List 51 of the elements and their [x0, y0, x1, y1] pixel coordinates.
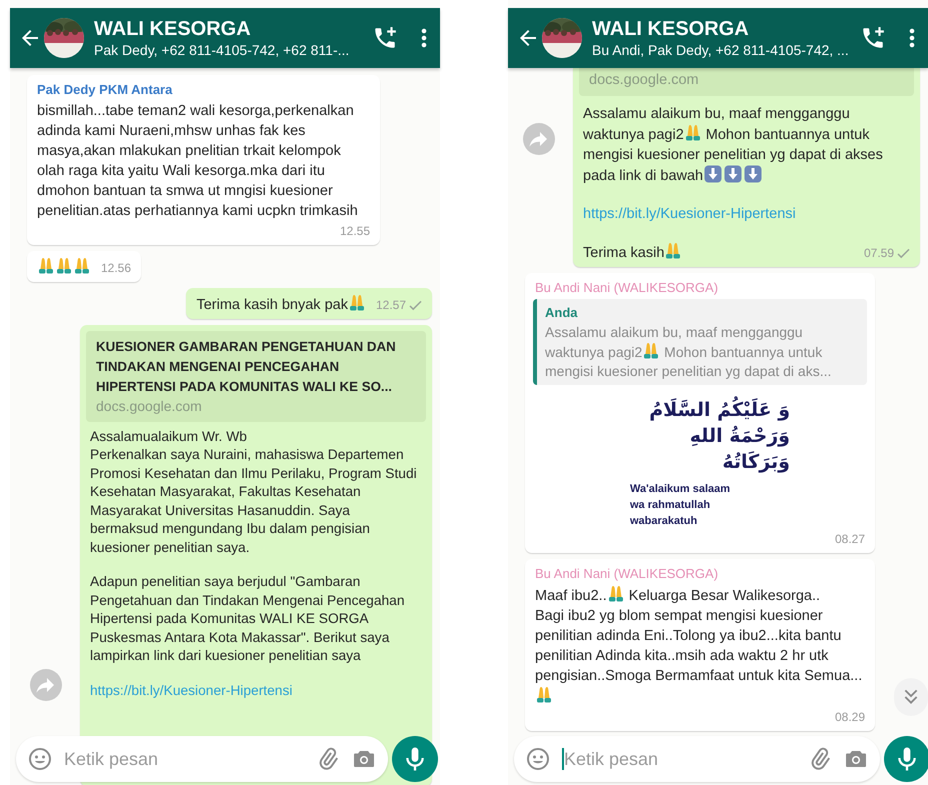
- menu-icon[interactable]: [908, 26, 916, 50]
- message-field[interactable]: Ketik pesan: [16, 736, 388, 782]
- emoji-icon[interactable]: [526, 747, 550, 771]
- sender-name: Bu Andi Nani (WALIKESORGA): [535, 565, 720, 583]
- message-input[interactable]: Ketik pesan: [64, 748, 304, 770]
- preview-domain: docs.google.com: [96, 397, 203, 416]
- emoji-icon[interactable]: [28, 747, 52, 771]
- message-input[interactable]: Ketik pesan: [564, 748, 796, 770]
- microphone-button[interactable]: [884, 736, 928, 782]
- microphone-button[interactable]: [392, 736, 438, 782]
- menu-icon[interactable]: [420, 26, 428, 50]
- preview-domain: docs.google.com: [589, 71, 700, 90]
- quote-author: Anda: [545, 304, 578, 322]
- message-time: 08.29: [834, 709, 865, 726]
- message-time: 12.55: [340, 223, 370, 240]
- group-name: WALI KESORGA: [94, 17, 252, 41]
- message-text: Adapun penelitian saya berjudul "Gambaran Pengetahuan dan Tindakan Mengenai Pencegahan Hipertensi pada Komunitas WALI KE SORGA Puskesmas Antara Kota Makassar". Berikut saya lampirkan link dari kuesioner penelitian saya: [90, 573, 406, 665]
- message-time: 12.57: [376, 297, 406, 314]
- praying-hands-icon: [665, 242, 682, 260]
- preview-title: KUESIONER GAMBARAN PENGETAHUAN DAN TINDAKAN MENGENAI PENCEGAHAN HIPERTENSI PADA KOMUNITAS WALI KE SO...: [96, 338, 397, 396]
- message-text: Assalamu alaikum bu, maaf mengganggu waktunya pagi2 Mohon bantuannya untuk mengisi kuesioner penelitian yg dapat di akses pada link di bawah: [583, 105, 884, 186]
- arabic-greeting: وَ عَلَيْكُمُ السَّلَامُ وَرَحْمَةُ اللهِ وَبَرَكَاتُهُ: [630, 397, 790, 475]
- sender-name: Pak Dedy PKM Antara: [37, 81, 174, 99]
- praying-hands-icon: [643, 342, 660, 360]
- link[interactable]: https://bit.ly/Kuesioner-Hipertensi: [90, 682, 292, 698]
- message-time: 07.59: [864, 245, 894, 262]
- praying-hands-icon: [348, 294, 365, 312]
- sender-name: Bu Andi Nani (WALIKESORGA): [535, 279, 720, 297]
- message-text: Assalamualaikum Wr. Wb Perkenalkan saya Nuraini, mahasiswa Departemen Promosi Kesehatan dan Ilmu Perilaku, Program Studi Kesehatan Masyarakat, Fakultas Kesehatan Masyarakat Universitas Hasanuddin. Saya bermaksud mengundang Ibu dalam pengisian kuesioner penelitian saya.: [90, 428, 418, 557]
- praying-hands-icon: [684, 124, 701, 142]
- message-text: Terima kasih: [583, 242, 682, 263]
- message-field[interactable]: Ketik pesan: [514, 736, 880, 782]
- quoted-message[interactable]: Anda Assalamu alaikum bu, maaf mengganggu waktunya pagi2 Mohon bantuannya untuk mengisi kuesioner penelitian yg dapat di aks...: [533, 299, 867, 385]
- group-members: Bu Andi, Pak Dedy, +62 811-4105-742, ...: [592, 41, 850, 59]
- message-text: Terima kasih bnyak pak: [196, 294, 366, 315]
- link[interactable]: https://bit.ly/Kuesioner-Hipertensi: [583, 206, 796, 222]
- message-time: 12.56: [101, 260, 132, 277]
- message-time: 08.27: [834, 531, 865, 548]
- praying-hands-icon: [608, 585, 624, 603]
- message-text: Maaf ibu2.. Keluarga Besar Walikesorga.. Bagi ibu2 yg blom sempat mengisi kuesioner penilitian adinda Eni..Tolong ya ibu2...kita bantu penilitian Adinda kita..msih ada waktu 2 hr utk pengisian..Smoga Bermamfaat untuk kita Semua...: [535, 585, 865, 707]
- group-members: Pak Dedy, +62 811-4105-742, +62 811-...: [94, 41, 350, 59]
- link-preview[interactable]: KUESIONER GAMBARAN PENGETAHUAN DAN TINDAKAN MENGENAI PENCEGAHAN HIPERTENSI PADA KOMUNITAS WALI KE SO... docs.google.com: [86, 331, 426, 422]
- greeting-transliteration: Wa'alaikum salaam wa rahmatullah wabarakatuh: [630, 482, 730, 529]
- link-preview[interactable]: docs.google.com: [579, 68, 914, 96]
- praying-hands-icon: [56, 257, 72, 275]
- quote-text: Assalamu alaikum bu, maaf mengganggu waktunya pagi2 Mohon bantuannya untuk mengisi kuesioner penelitian yg dapat di aks...: [545, 323, 832, 381]
- praying-hands-icon: [74, 257, 90, 275]
- praying-hands-icon: [536, 686, 552, 704]
- group-name: WALI KESORGA: [592, 17, 750, 41]
- praying-hands-icon: [38, 257, 54, 275]
- message-text: bismillah...tabe teman2 wali kesorga,perkenalkan adinda kami Nuraeni,mhsw unhas fak kes masya,akan mlakukan pnelitian trkait kelompok olah raga kita yaitu Wali kesorga.mka dari itu dmohon bantuan ta smwa ut mngisi kuesioner penelitian.atas perhatiannya kami ucpkn trimkasih: [37, 102, 359, 221]
